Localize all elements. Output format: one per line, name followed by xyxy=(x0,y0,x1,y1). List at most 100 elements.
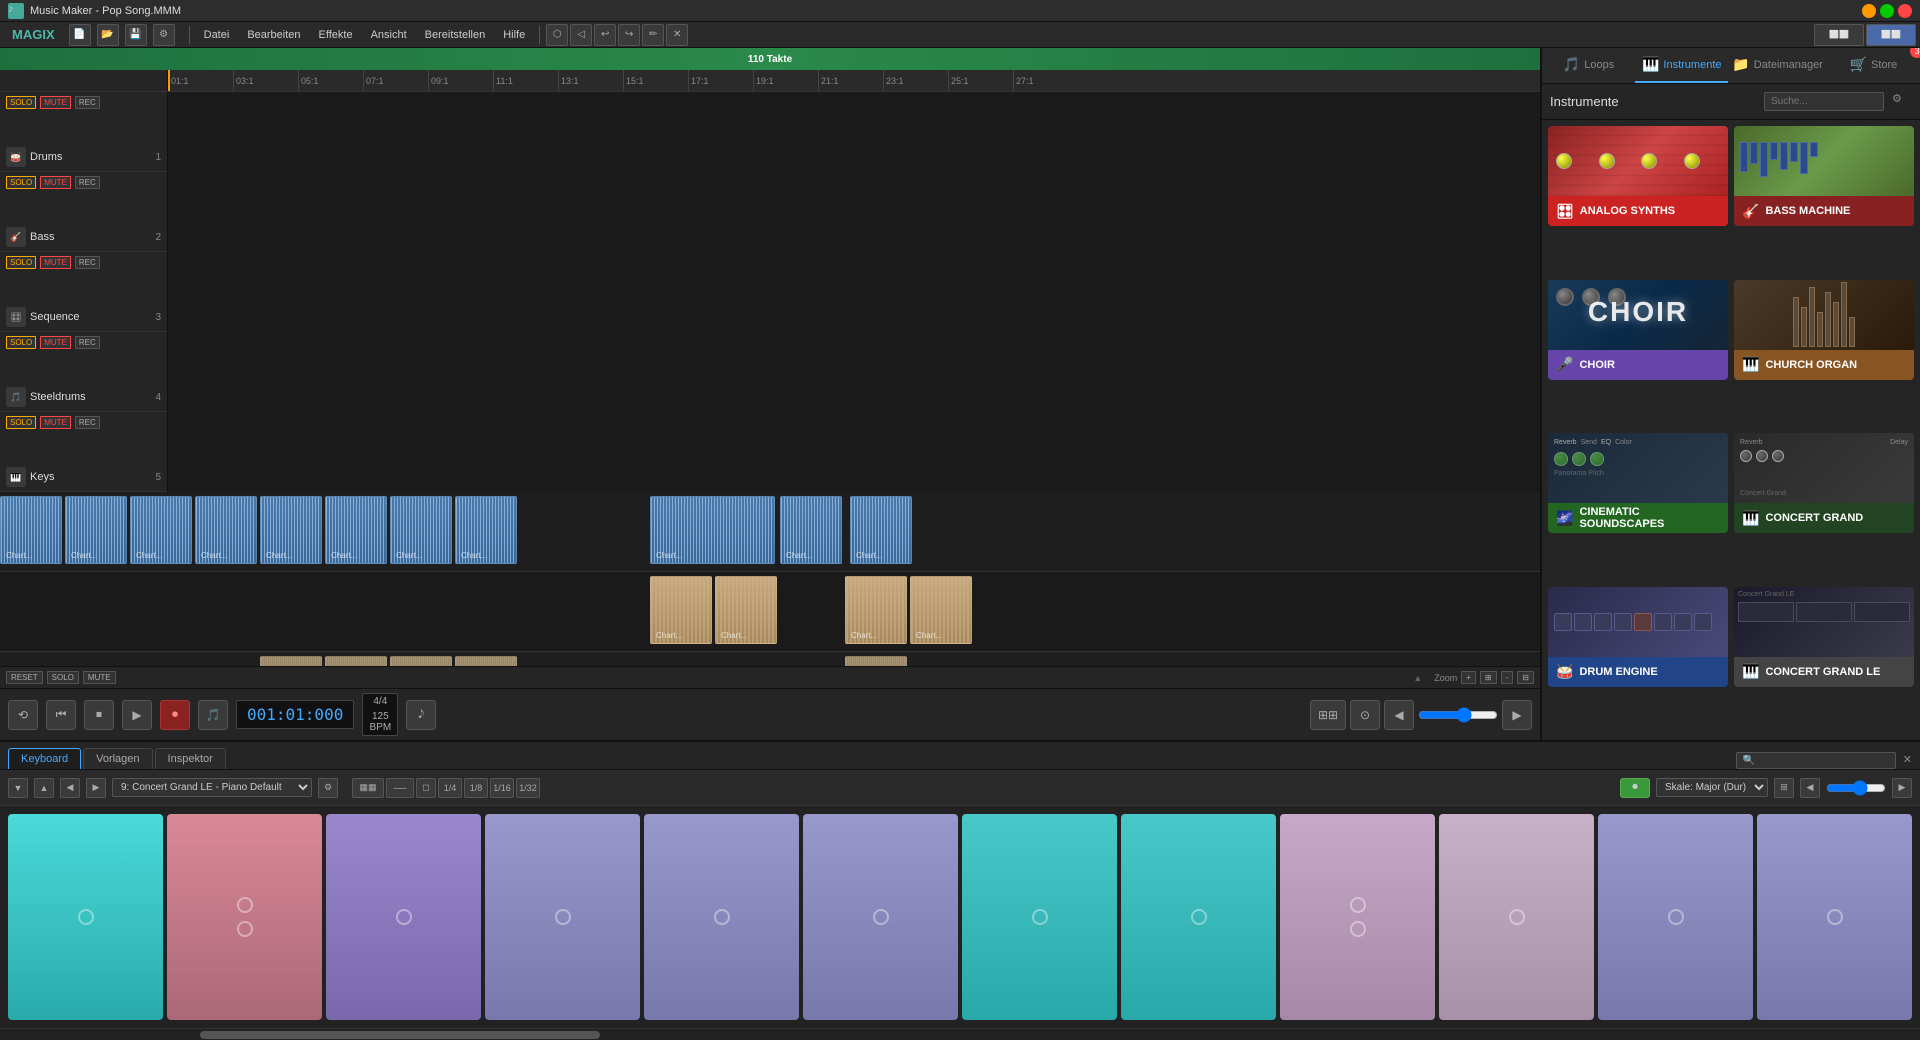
bass-mute-button[interactable]: MUTE xyxy=(40,176,71,189)
drums-rec-button[interactable]: REC xyxy=(75,96,100,109)
piano-volume-slider[interactable] xyxy=(1826,780,1886,796)
drums-clip-2[interactable]: Chart... xyxy=(65,496,127,564)
pad-1-16[interactable]: 1/16 xyxy=(490,778,514,798)
pad-1-8[interactable]: 1/8 xyxy=(464,778,488,798)
minimize-button[interactable] xyxy=(1862,4,1876,18)
vol-left[interactable]: ◀ xyxy=(1384,700,1414,730)
play-button[interactable]: ▶ xyxy=(122,700,152,730)
piano-record-toggle[interactable]: ⏺ xyxy=(1620,778,1650,798)
pad-6[interactable] xyxy=(803,814,958,1020)
menu-bereitstellen[interactable]: Bereitstellen xyxy=(417,27,494,43)
pad-1-32[interactable]: 1/32 xyxy=(516,778,540,798)
panel-gear-button[interactable]: ⚙ xyxy=(1892,92,1912,112)
maximize-button[interactable] xyxy=(1880,4,1894,18)
all-solo-button[interactable]: SOLO xyxy=(47,671,79,684)
pad-7[interactable] xyxy=(962,814,1117,1020)
seq-clip-2[interactable]: Chart ... xyxy=(325,656,387,666)
goto-start-button[interactable]: ⏮ xyxy=(46,700,76,730)
drums-clip-5[interactable]: Chart... xyxy=(260,496,322,564)
piano-nav-up[interactable]: ▲ xyxy=(34,778,54,798)
bottom-close-button[interactable]: ✕ xyxy=(1903,754,1912,766)
metronome-button[interactable]: 🎵 xyxy=(198,700,228,730)
piano-slider-left[interactable]: ◀ xyxy=(1800,778,1820,798)
instrument-card-church-organ[interactable]: 🎹 CHURCH ORGAN xyxy=(1734,280,1914,380)
instrument-card-choir[interactable]: CHOIR 🎤 CHOIR xyxy=(1548,280,1728,380)
instrument-card-cinematic[interactable]: ReverbSend EQColor Panorama Pitch xyxy=(1548,433,1728,533)
toolbar-back[interactable]: ◁ xyxy=(570,24,592,46)
sync-button[interactable]: ⟲ xyxy=(8,700,38,730)
master-volume-slider[interactable] xyxy=(1418,707,1498,723)
menu-effekte[interactable]: Effekte xyxy=(311,27,361,43)
close-button[interactable] xyxy=(1898,4,1912,18)
steel-solo-button[interactable]: SOLO xyxy=(6,336,36,349)
toolbar-connect[interactable]: ⬡ xyxy=(546,24,568,46)
seq-clip-5[interactable]: Chart ... xyxy=(845,656,907,666)
pad-1-4[interactable]: 1/4 xyxy=(438,778,462,798)
pad-quantize[interactable]: ◻ xyxy=(416,778,436,798)
piano-nav-down[interactable]: ▼ xyxy=(8,778,28,798)
pad-9[interactable] xyxy=(1280,814,1435,1020)
bottom-search-input[interactable] xyxy=(1736,752,1896,769)
toolbar-view2[interactable]: ⬜⬜ xyxy=(1866,24,1916,46)
bass-rec-button[interactable]: REC xyxy=(75,176,100,189)
open-button[interactable]: 📂 xyxy=(97,24,119,46)
bass-clip-4[interactable]: Chart... xyxy=(910,576,972,644)
new-button[interactable]: 📄 xyxy=(69,24,91,46)
tempo-tap-button[interactable]: 𝅘𝅥𝅮 xyxy=(406,700,436,730)
tab-keyboard[interactable]: Keyboard xyxy=(8,748,81,769)
drums-clip-3[interactable]: Chart... xyxy=(130,496,192,564)
drums-clip-4[interactable]: Chart... xyxy=(195,496,257,564)
seq-rec-button[interactable]: REC xyxy=(75,256,100,269)
keys-solo-button[interactable]: SOLO xyxy=(6,416,36,429)
drums-clip-8[interactable]: Chart... xyxy=(455,496,517,564)
scale-select[interactable]: Skale: Major (Dur) xyxy=(1656,778,1768,797)
drums-clip-9[interactable]: Chart... xyxy=(650,496,775,564)
piano-settings-btn[interactable]: ⚙ xyxy=(318,778,338,798)
seq-mute-button[interactable]: MUTE xyxy=(40,256,71,269)
pad-4[interactable] xyxy=(485,814,640,1020)
pad-3[interactable] xyxy=(326,814,481,1020)
zoom-out-button[interactable]: ⊟ xyxy=(1517,671,1534,684)
pad-11[interactable] xyxy=(1598,814,1753,1020)
panel-tab-instrumente[interactable]: 🎹 Instrumente xyxy=(1635,48,1728,83)
seq-solo-button[interactable]: SOLO xyxy=(6,256,36,269)
instrument-card-bass-machine[interactable]: 🎸 BASS MACHINE xyxy=(1734,126,1914,226)
toolbar-redo[interactable]: ↪ xyxy=(618,24,640,46)
toolbar-pencil[interactable]: ✏ xyxy=(642,24,664,46)
steel-rec-button[interactable]: REC xyxy=(75,336,100,349)
drums-clip-10[interactable]: Chart... xyxy=(780,496,842,564)
toolbar-view1[interactable]: ⬜⬜ xyxy=(1814,24,1864,46)
settings-button[interactable]: ⚙ xyxy=(153,24,175,46)
bass-clip-1[interactable]: Chart... xyxy=(650,576,712,644)
record-button[interactable]: ⏺ xyxy=(160,700,190,730)
vol-right[interactable]: ▶ xyxy=(1502,700,1532,730)
piano-next[interactable]: ▶ xyxy=(86,778,106,798)
toolbar-close2[interactable]: ✕ xyxy=(666,24,688,46)
piano-preset-select[interactable]: 9: Concert Grand LE - Piano Default xyxy=(112,778,312,797)
drums-clip-7[interactable]: Chart... xyxy=(390,496,452,564)
instrument-card-concert-grand-le[interactable]: Concert Grand LE 🎹 CONCERT GRAND LE xyxy=(1734,587,1914,687)
instrument-card-analog-synths[interactable]: 🎛 ANALOG SYNTHS xyxy=(1548,126,1728,226)
stop-button[interactable]: ⏹ xyxy=(84,700,114,730)
pad-8[interactable] xyxy=(1121,814,1276,1020)
drums-solo-button[interactable]: SOLO xyxy=(6,96,36,109)
drums-mute-button[interactable]: MUTE xyxy=(40,96,71,109)
menu-ansicht[interactable]: Ansicht xyxy=(363,27,415,43)
keys-mute-button[interactable]: MUTE xyxy=(40,416,71,429)
piano-slider-right[interactable]: ▶ xyxy=(1892,778,1912,798)
pad-1[interactable] xyxy=(8,814,163,1020)
seq-clip-4[interactable]: Chart ... xyxy=(455,656,517,666)
zoom-in-button[interactable]: + xyxy=(1461,671,1476,684)
drums-clip-1[interactable]: Chart... xyxy=(0,496,62,564)
pad-pattern-1[interactable]: ▦▦ xyxy=(352,778,384,798)
pad-5[interactable] xyxy=(644,814,799,1020)
menu-hilfe[interactable]: Hilfe xyxy=(495,27,533,43)
steel-mute-button[interactable]: MUTE xyxy=(40,336,71,349)
grid-button[interactable]: ⊞⊞ xyxy=(1310,700,1346,730)
tab-vorlagen[interactable]: Vorlagen xyxy=(83,748,152,769)
save-button[interactable]: 💾 xyxy=(125,24,147,46)
piano-grid-toggle[interactable]: ⊞ xyxy=(1774,778,1794,798)
panel-tab-store[interactable]: 🛒 Store 3 xyxy=(1827,48,1920,83)
menu-bearbeiten[interactable]: Bearbeiten xyxy=(239,27,308,43)
instruments-search-input[interactable] xyxy=(1764,92,1884,111)
